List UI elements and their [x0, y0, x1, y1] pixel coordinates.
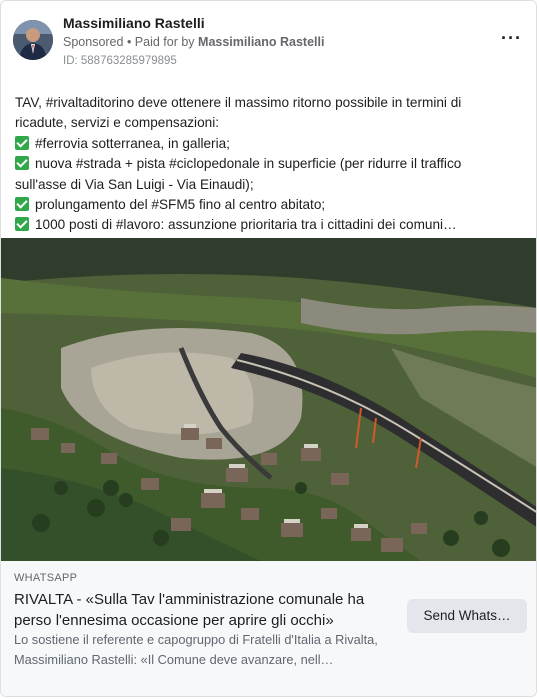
post-body-text: 1000 posti di #lavoro: assunzione priori… [35, 217, 457, 233]
post-body-line: TAV, #rivaltaditorino deve ottenere il m… [15, 93, 527, 113]
checkmark-icon [15, 135, 29, 150]
author-name[interactable]: Massimiliano Rastelli [63, 15, 205, 31]
post-image[interactable] [1, 238, 536, 561]
link-description: Lo sostiene il referente e capogruppo di… [14, 632, 378, 667]
post-body-line: sull'asse di Via San Luigi - Via Einaudi… [15, 175, 527, 195]
post-body-line: nuova #strada + pista #ciclopedonale in … [15, 154, 527, 174]
post-body-line: #ferrovia sotterranea, in galleria; [15, 134, 527, 154]
sponsored-label: Sponsored [63, 35, 124, 49]
post-header: Massimiliano Rastelli Sponsored • Paid f… [1, 1, 536, 81]
post-body-text: #ferrovia sotterranea, in galleria; [35, 135, 230, 151]
ad-id: ID: 588763285979895 [63, 55, 177, 67]
post-body-text: TAV, #rivaltaditorino deve ottenere il m… [15, 95, 462, 110]
checkmark-icon [15, 217, 29, 232]
checkmark-icon [15, 197, 29, 212]
post-body-line: prolungamento del #SFM5 fino al centro a… [15, 195, 527, 215]
post-body-line: 1000 posti di #lavoro: assunzione priori… [15, 215, 527, 235]
send-whatsapp-button[interactable]: Send Whats… [407, 599, 527, 633]
sponsored-meta: Sponsored • Paid for by Massimiliano Ras… [63, 35, 324, 49]
aerial-construction-photo [1, 238, 536, 561]
post-body-text: nuova #strada + pista #ciclopedonale in … [35, 156, 462, 172]
post-body-text: prolungamento del #SFM5 fino al centro a… [35, 197, 326, 213]
post-body: TAV, #rivaltaditorino deve ottenere il m… [15, 93, 527, 236]
post-body-text: sull'asse di Via San Luigi - Via Einaudi… [15, 176, 254, 192]
author-avatar[interactable] [13, 20, 53, 60]
checkmark-icon [15, 156, 29, 171]
paid-for-name[interactable]: Massimiliano Rastelli [198, 35, 324, 49]
avatar-image [13, 20, 53, 60]
post-body-text: ricadute, servizi e compensazioni: [15, 115, 219, 131]
link-title[interactable]: RIVALTA - «Sulla Tav l'amministrazione c… [14, 589, 399, 631]
link-source: WHATSAPP [14, 572, 78, 584]
ad-card: Massimiliano Rastelli Sponsored • Paid f… [0, 0, 537, 697]
post-body-line: ricadute, servizi e compensazioni: [15, 113, 527, 133]
more-options-icon[interactable]: ··· [501, 29, 522, 47]
paid-for-prefix: • Paid for by [123, 35, 199, 49]
